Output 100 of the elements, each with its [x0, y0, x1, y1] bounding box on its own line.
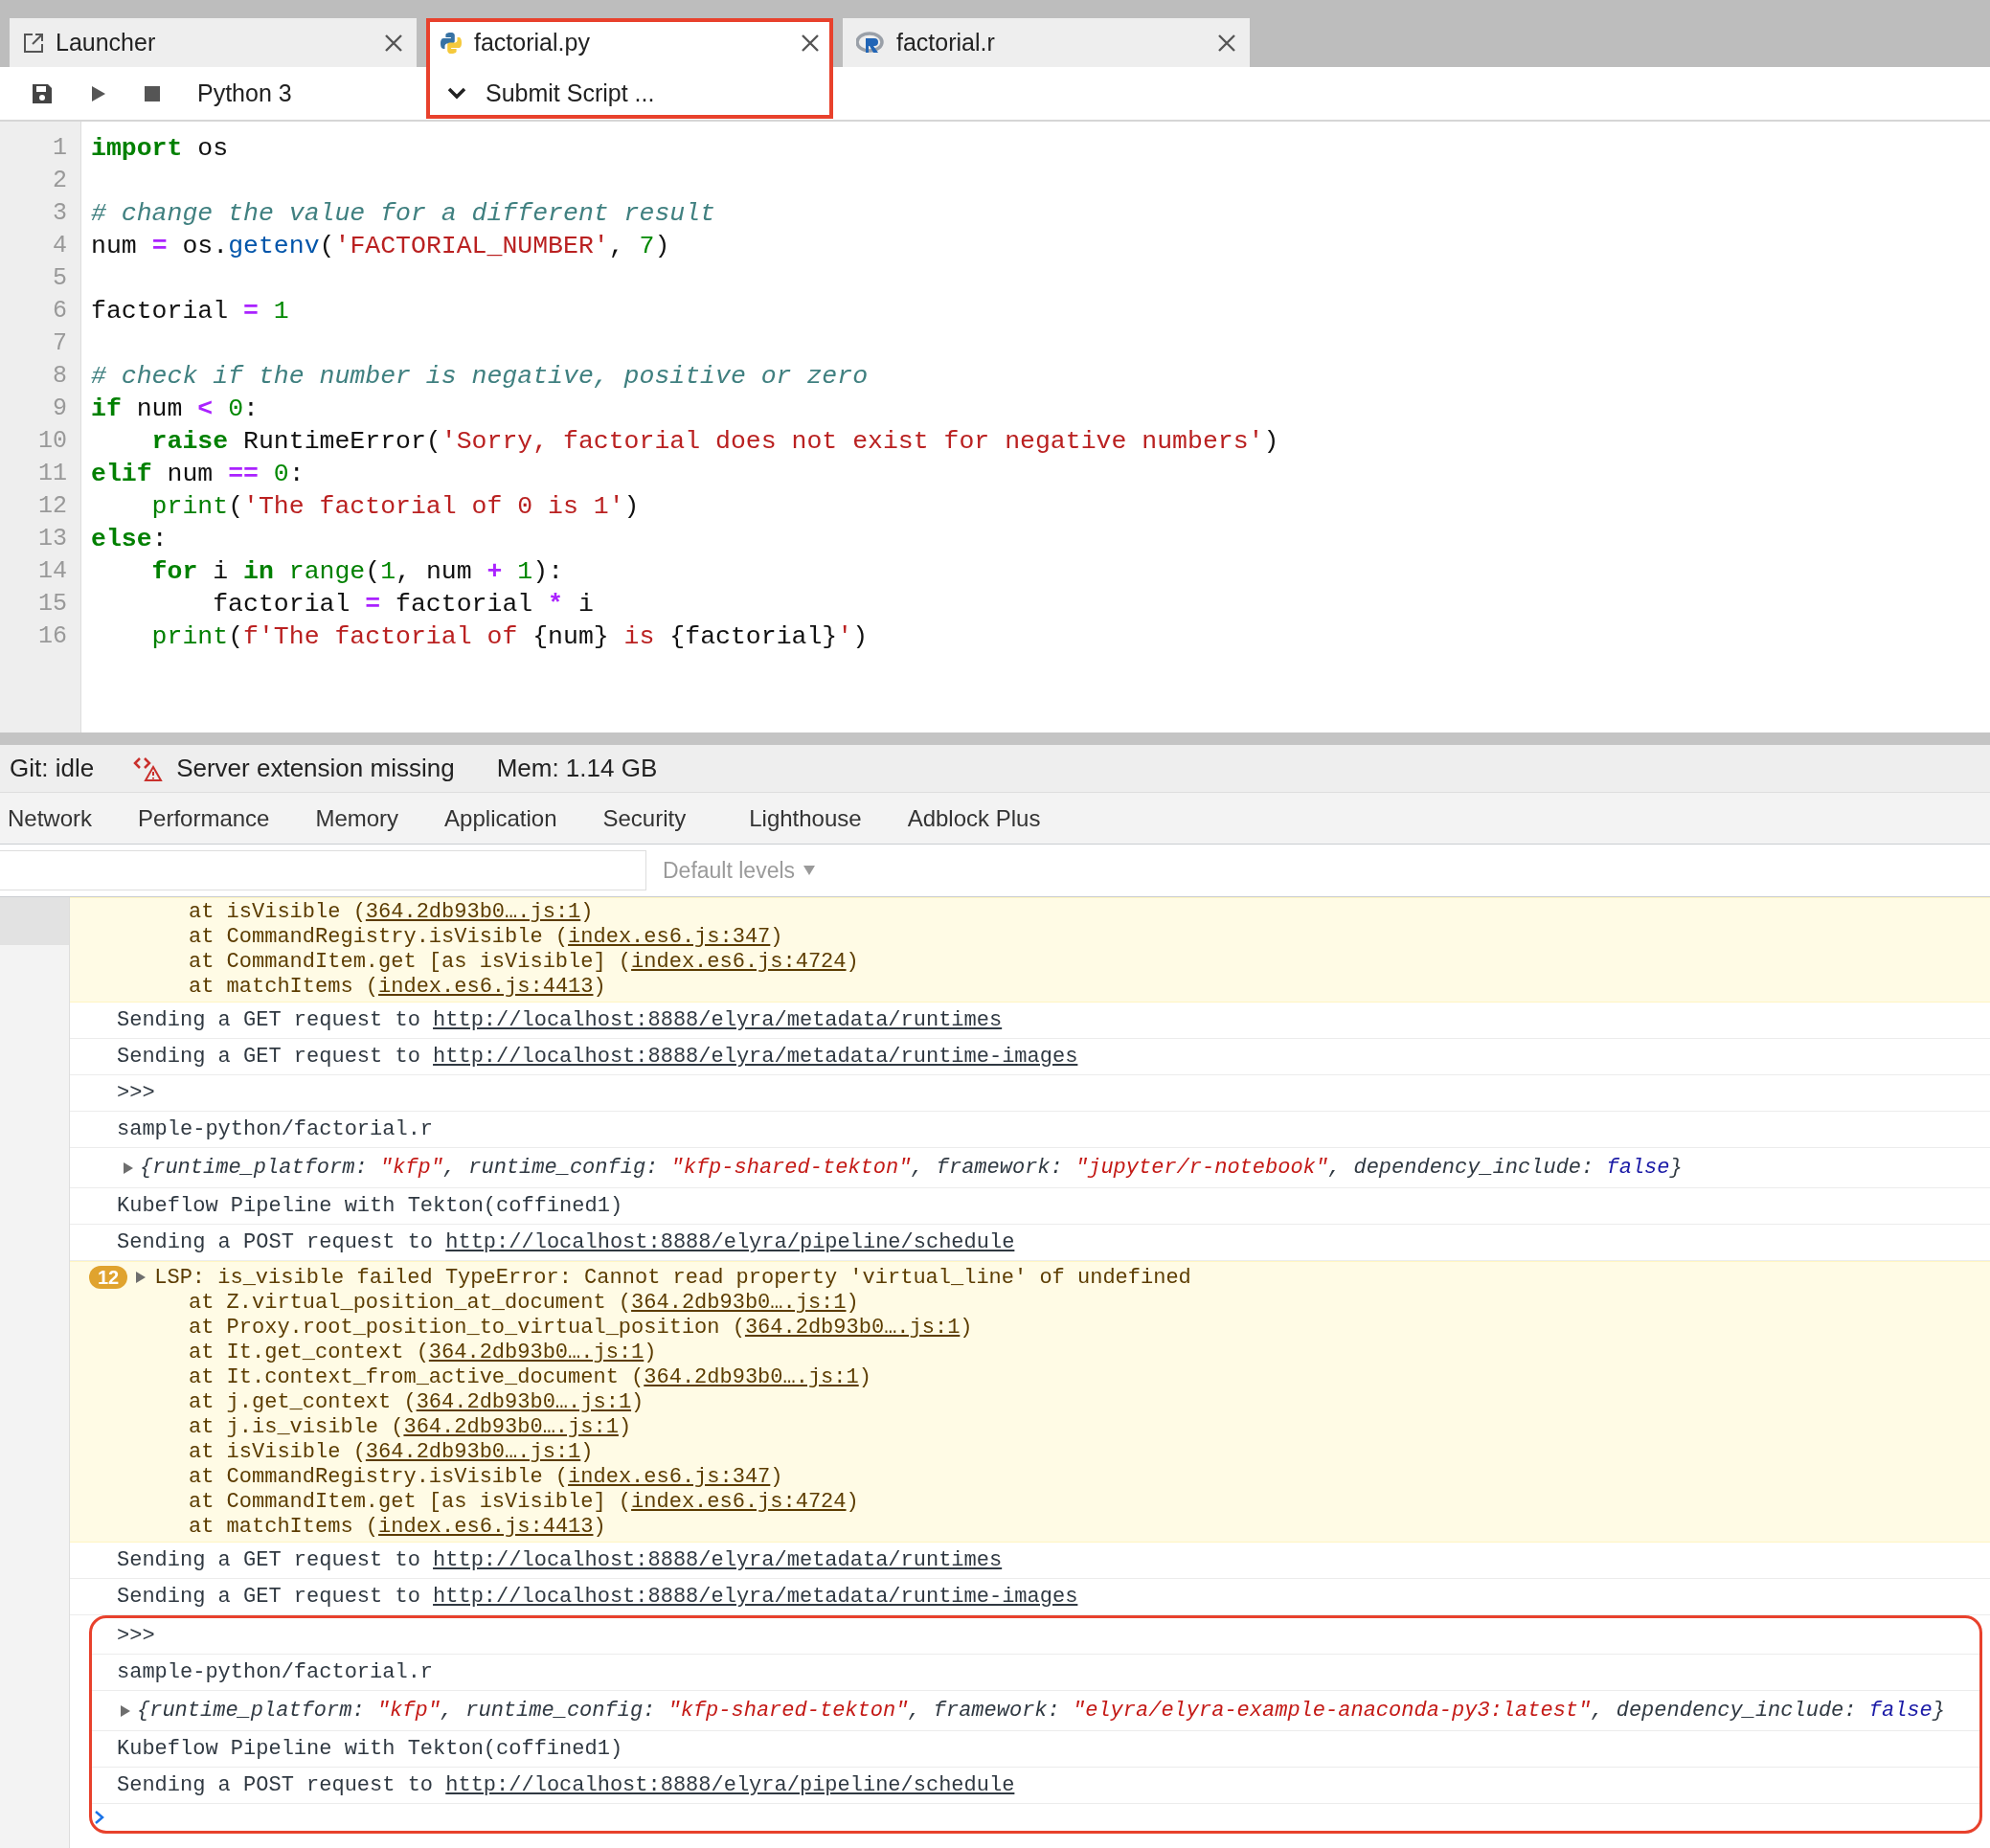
log-message: Kubeflow Pipeline with Tekton(coffined1) — [117, 1193, 623, 1220]
devtools-tab[interactable]: Lighthouse — [726, 800, 885, 836]
line-number: 3 — [52, 198, 68, 229]
memory-usage: Mem: 1.14 GB — [496, 753, 658, 784]
line-number: 5 — [52, 263, 68, 294]
link[interactable]: 364.2db93b0….js:1 — [365, 900, 581, 924]
git-status: Git: idle — [10, 753, 95, 784]
line-number: 9 — [52, 394, 68, 424]
caret-icon — [803, 865, 817, 876]
run-icon[interactable] — [90, 83, 107, 103]
submit-script-button[interactable]: Submit Script ... — [426, 74, 661, 113]
stack-trace-line: at CommandItem.get [as isVisible] (index.es6.js:4724) — [189, 1490, 859, 1514]
line-number: 8 — [52, 361, 68, 392]
filter-field[interactable] — [0, 850, 646, 890]
link[interactable]: index.es6.js:347 — [568, 1465, 771, 1489]
stack-trace-line: at j.get_context (364.2db93b0….js:1) — [189, 1390, 644, 1414]
link[interactable]: 364.2db93b0….js:1 — [428, 1341, 644, 1364]
stack-trace-line: at Z.virtual_position_at_document (364.2db93b0….js:1) — [189, 1291, 859, 1315]
code-line: for i in range(1, num + 1): — [150, 556, 565, 588]
code-line: print('The factorial of 0 is 1') — [150, 491, 641, 523]
link[interactable]: index.es6.js:4724 — [631, 950, 847, 974]
code-line: factorial = 1 — [91, 296, 290, 327]
link[interactable]: http://localhost:8888/elyra/metadata/runtime-images — [433, 1585, 1078, 1609]
log-message: >>> — [117, 1080, 155, 1107]
editor-tab[interactable]: factorial.r — [843, 18, 1250, 67]
devtools-tab[interactable]: Adblock Plus — [884, 800, 1064, 836]
link[interactable]: http://localhost:8888/elyra/metadata/runtimes — [433, 1548, 1003, 1572]
log-message: Sending a GET request to http://localhost:8888/elyra/metadata/runtimes — [117, 1547, 1003, 1574]
expand-icon[interactable] — [135, 1271, 147, 1284]
log-message: Sending a POST request to http://localhost:8888/elyra/pipeline/schedule — [117, 1229, 1015, 1256]
stack-trace-line: at CommandRegistry.isVisible (index.es6.js:347) — [189, 925, 783, 949]
line-number: 15 — [37, 589, 68, 620]
link[interactable]: index.es6.js:4724 — [631, 1490, 847, 1514]
log-message: Sending a POST request to http://localhost:8888/elyra/pipeline/schedule — [117, 1772, 1015, 1799]
stack-trace-line: at CommandRegistry.isVisible (index.es6.js:347) — [189, 1465, 783, 1489]
extension-status: Server extension missing — [176, 753, 455, 784]
link[interactable]: 364.2db93b0….js:1 — [631, 1291, 847, 1315]
close-icon[interactable] — [1217, 33, 1236, 53]
link[interactable]: 364.2db93b0….js:1 — [416, 1390, 632, 1414]
link[interactable]: index.es6.js:4413 — [378, 1515, 594, 1539]
stack-trace-line: at It.get_context (364.2db93b0….js:1) — [189, 1341, 657, 1364]
log-message: sample-python/factorial.r — [117, 1116, 434, 1143]
line-number: 13 — [37, 524, 68, 554]
link[interactable]: index.es6.js:4413 — [378, 975, 594, 999]
link[interactable]: http://localhost:8888/elyra/metadata/runtime-images — [433, 1045, 1078, 1069]
code-line: raise RuntimeError('Sorry, factorial does not exist for negative numbers') — [150, 426, 1280, 458]
devtools-tab[interactable]: Performance — [115, 800, 293, 836]
object-preview[interactable]: {runtime_platform: "kfp", runtime_config: "kfp-shared-tekton", framework: "elyra/elyra-example-anaconda-py3:latest", dependency_include: false} — [137, 1695, 1945, 1726]
close-icon[interactable] — [801, 33, 820, 53]
stack-trace-line: at isVisible (364.2db93b0….js:1) — [189, 900, 594, 924]
devtools-tab[interactable]: Application — [421, 800, 580, 836]
chevron-down-icon — [447, 86, 466, 101]
kernel-name[interactable]: Python 3 — [197, 75, 292, 112]
error-text: LSP: is_visible failed TypeError: Cannot read property 'virtual_line' of undefined — [154, 1264, 1191, 1292]
stack-trace-line: at j.is_visible (364.2db93b0….js:1) — [189, 1415, 632, 1439]
line-number: 14 — [37, 556, 68, 587]
log-message: Kubeflow Pipeline with Tekton(coffined1) — [117, 1736, 623, 1763]
stack-trace-line: at CommandItem.get [as isVisible] (index.es6.js:4724) — [189, 950, 859, 974]
stack-trace-line: at It.context_from_active_document (364.2db93b0….js:1) — [189, 1365, 871, 1389]
prompt-icon[interactable] — [94, 1810, 105, 1825]
logo-icon — [440, 31, 463, 55]
link[interactable]: 364.2db93b0….js:1 — [403, 1415, 619, 1439]
link[interactable]: http://localhost:8888/elyra/metadata/runtimes — [433, 1008, 1003, 1032]
line-number: 16 — [37, 621, 68, 652]
line-number: 2 — [52, 166, 68, 196]
link[interactable]: 364.2db93b0….js:1 — [365, 1440, 581, 1464]
link[interactable]: http://localhost:8888/elyra/pipeline/schedule — [445, 1773, 1015, 1797]
stop-icon[interactable] — [144, 84, 161, 102]
code-line: num = os.getenv('FACTORIAL_NUMBER', 7) — [91, 231, 671, 262]
line-number: 6 — [52, 296, 68, 327]
devtools-tab[interactable]: Network — [0, 800, 116, 836]
line-number: 12 — [37, 491, 68, 522]
logo-icon — [856, 31, 885, 55]
code-line: print(f'The factorial of {num} is {factorial}') — [150, 621, 870, 653]
expand-icon[interactable] — [123, 1161, 134, 1175]
stack-trace-line: at isVisible (364.2db93b0….js:1) — [189, 1440, 594, 1464]
line-number: 11 — [37, 459, 68, 489]
line-number: 4 — [52, 231, 68, 261]
code-line: # change the value for a different result — [91, 198, 716, 230]
link[interactable]: 364.2db93b0….js:1 — [744, 1316, 961, 1340]
save-icon[interactable] — [31, 81, 54, 105]
horizontal-scrollbar[interactable] — [0, 732, 1990, 745]
code-line: if num < 0: — [91, 394, 260, 425]
link[interactable]: http://localhost:8888/elyra/pipeline/schedule — [445, 1230, 1015, 1254]
line-number: 1 — [52, 133, 68, 164]
log-message: >>> — [117, 1623, 155, 1650]
link[interactable]: 364.2db93b0….js:1 — [644, 1365, 859, 1389]
log-message: Sending a GET request to http://localhost:8888/elyra/metadata/runtime-images — [117, 1044, 1078, 1070]
count-badge: 12 — [89, 1266, 128, 1289]
code-line: elif num == 0: — [91, 459, 305, 490]
close-icon[interactable] — [384, 33, 403, 53]
devtools-tab[interactable]: Security — [579, 800, 710, 836]
stack-trace-line: at matchItems (index.es6.js:4413) — [189, 1515, 606, 1539]
link[interactable]: index.es6.js:347 — [568, 925, 771, 949]
expand-icon[interactable] — [120, 1703, 131, 1718]
log-message: sample-python/factorial.r — [117, 1659, 434, 1686]
object-preview[interactable]: {runtime_platform: "kfp", runtime_config: "kfp-shared-tekton", framework: "jupyter/r-notebook", dependency_include: false} — [140, 1152, 1683, 1183]
log-message: Sending a GET request to http://localhost:8888/elyra/metadata/runtimes — [117, 1007, 1003, 1034]
devtools-tab[interactable]: Memory — [292, 800, 422, 836]
editor-tab[interactable]: Launcher — [10, 18, 417, 67]
